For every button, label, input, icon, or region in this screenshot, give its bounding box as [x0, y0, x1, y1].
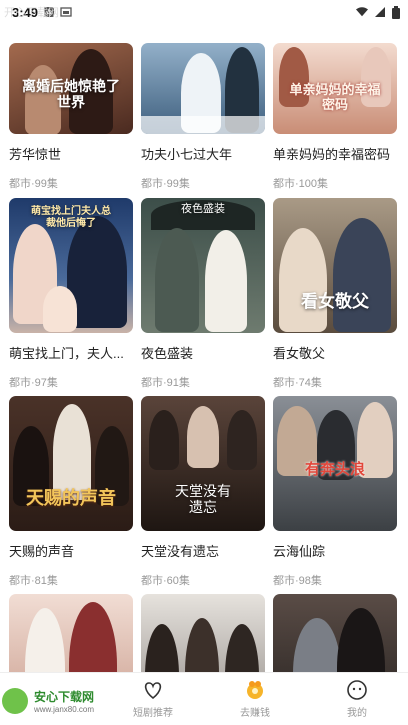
card-title[interactable]: 功夫小七过大年 [141, 144, 265, 163]
card-title[interactable]: 单亲妈妈的幸福密码 [273, 144, 397, 163]
drama-card[interactable]: 离婚后她惊艳了世界 芳华惊世 都市·99集 [9, 43, 133, 191]
poster-title-text: 离婚后她惊艳了世界 [22, 79, 120, 111]
poster-title-text: 看女敬父 [301, 292, 369, 312]
card-meta: 都市·60集 [141, 575, 190, 587]
poster-title-text: 天赐的声音 [26, 488, 116, 509]
card-meta: 都市·100集 [273, 178, 329, 190]
card-title[interactable]: 看女敬父 [273, 343, 397, 362]
watermark-title: 安心下载网 [34, 690, 95, 704]
drama-card[interactable]: 有奔头浪 云海仙踪 都市·98集 [273, 396, 397, 588]
poster-image[interactable] [141, 43, 265, 134]
poster-title-text: 单亲妈妈的幸福密码 [289, 83, 381, 113]
poster-image[interactable]: 单亲妈妈的幸福密码 [273, 43, 397, 134]
image-notification-icon [60, 7, 72, 17]
card-title[interactable]: 云海仙踪 [273, 541, 397, 560]
card-title[interactable]: 芳华惊世 [9, 144, 133, 163]
drama-card[interactable]: 夜色盛装 夜色盛装 都市·91集 [141, 198, 265, 390]
nav-item-profile[interactable]: 我的 [306, 673, 408, 725]
poster-image[interactable]: 离婚后她惊艳了世界 [9, 43, 133, 134]
card-meta: 都市·74集 [273, 377, 322, 389]
nav-item-earn[interactable]: 去赚钱 [204, 673, 306, 725]
nav-label: 短剧推荐 [133, 708, 173, 719]
drama-card[interactable]: 单亲妈妈的幸福密码 单亲妈妈的幸福密码 都市·100集 [273, 43, 397, 191]
poster-image[interactable]: 萌宝找上门夫人总裁他后悔了 [9, 198, 133, 333]
drama-card[interactable]: 天堂没有遗忘 天堂没有遗忘 都市·60集 [141, 396, 265, 588]
poster-image[interactable]: 有奔头浪 [273, 396, 397, 531]
card-meta: 都市·99集 [9, 178, 58, 190]
nav-item-recommend[interactable]: 短剧推荐 [102, 673, 204, 725]
nav-label: 我的 [347, 708, 367, 719]
card-meta: 都市·99集 [141, 178, 190, 190]
drama-card[interactable]: 天赐的声音 天赐的声音 都市·81集 [9, 396, 133, 588]
card-title[interactable]: 萌宝找上门，夫人... [9, 343, 133, 362]
card-title[interactable]: 天堂没有遗忘 [141, 541, 265, 560]
card-meta: 都市·97集 [9, 377, 58, 389]
card-title[interactable]: 夜色盛装 [141, 343, 265, 362]
card-meta: 都市·91集 [141, 377, 190, 389]
card-title[interactable]: 天赐的声音 [9, 541, 133, 560]
watermark-url: www.janx80.com [34, 705, 95, 714]
watermark-text: 安心下载网 www.janx80.com [34, 688, 94, 714]
status-bar: 开心下载网 3:49 A [0, 0, 408, 24]
poster-title-text: 有奔头浪 [304, 460, 365, 478]
poster-image[interactable]: 看女敬父 [273, 198, 397, 333]
download-site-watermark: 安心下载网 www.janx80.com [0, 680, 115, 722]
battery-icon [392, 5, 400, 19]
poster-title-text: 夜色盛装 [181, 202, 225, 215]
drama-card[interactable]: 萌宝找上门夫人总裁他后悔了 萌宝找上门，夫人... 都市·97集 [9, 198, 133, 390]
nav-label: 去赚钱 [240, 708, 270, 719]
card-meta: 都市·81集 [9, 575, 58, 587]
status-ghost-text: 开心下载网 [4, 7, 59, 19]
poster-image[interactable]: 天堂没有遗忘 [141, 396, 265, 531]
signal-icon [375, 7, 385, 17]
face-icon [347, 680, 367, 700]
card-meta: 都市·98集 [273, 575, 322, 587]
drama-card[interactable]: 功夫小七过大年 都市·99集 [141, 43, 265, 191]
poster-title-text: 萌宝找上门夫人总裁他后悔了 [31, 206, 111, 229]
poster-image[interactable]: 夜色盛装 [141, 198, 265, 333]
poster-image[interactable]: 天赐的声音 [9, 396, 133, 531]
watermark-logo-icon [2, 688, 28, 714]
status-right [356, 5, 400, 19]
wifi-icon [356, 7, 368, 17]
poster-title-text: 天堂没有遗忘 [175, 484, 231, 516]
heart-icon [144, 682, 162, 700]
drama-card[interactable]: 看女敬父 看女敬父 都市·74集 [273, 198, 397, 390]
coin-icon [247, 681, 263, 699]
